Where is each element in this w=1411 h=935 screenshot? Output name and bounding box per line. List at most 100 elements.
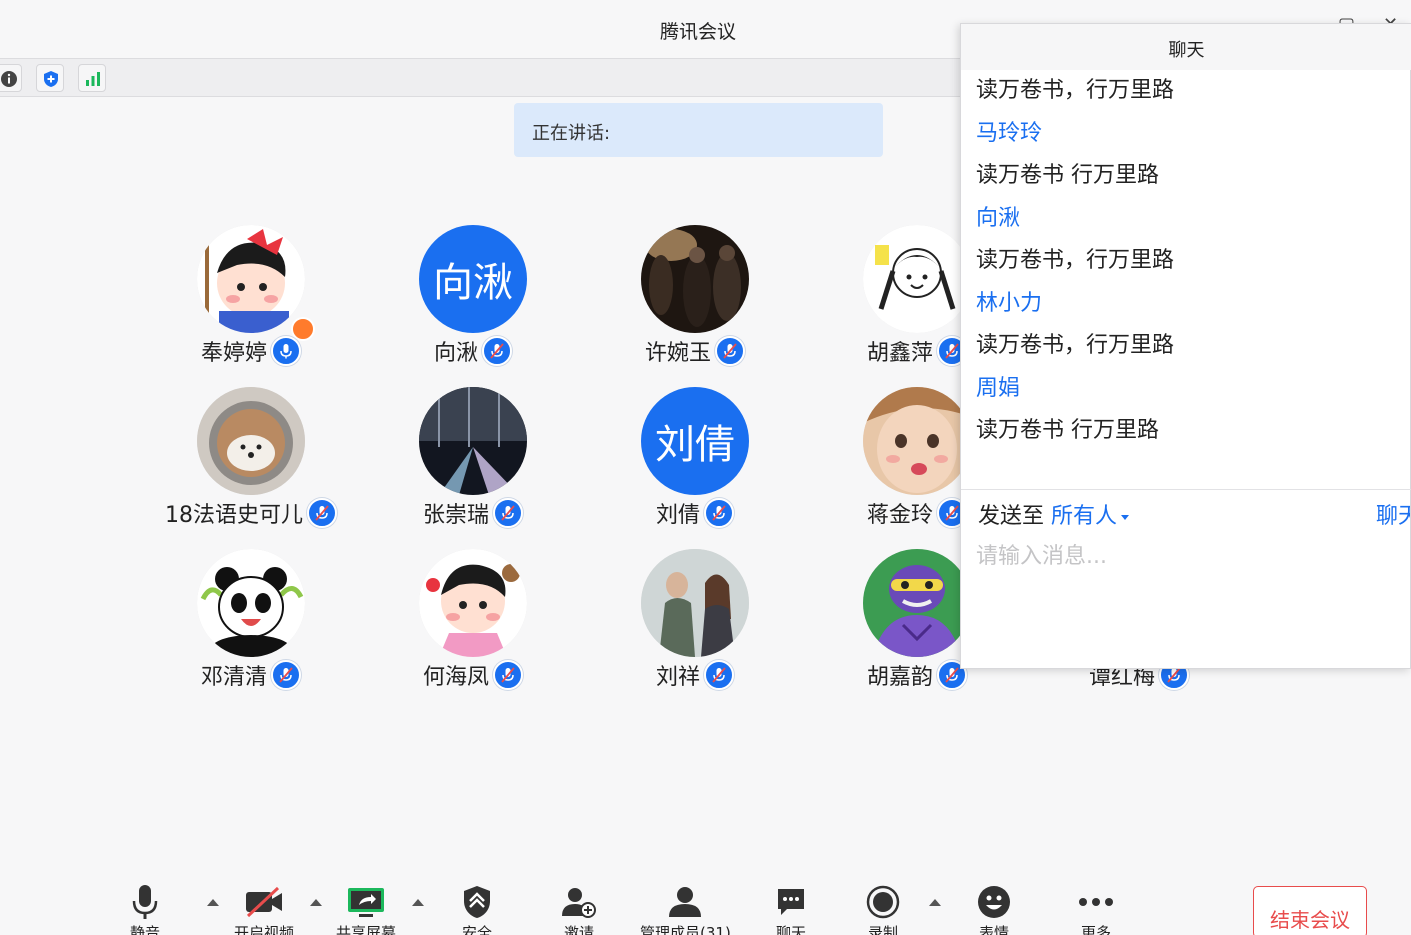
chat-message-list: 读万卷书，行万里路 马玲玲 读万卷书 行万里路 向湫 读万卷书，行万里路 林小力… bbox=[976, 72, 1396, 455]
more-dots-icon bbox=[1079, 898, 1113, 906]
share-screen-label: 共享屏幕 bbox=[335, 924, 396, 935]
participant-name: 邓清清 bbox=[200, 665, 267, 690]
cartoon-girl-red-bow-image bbox=[197, 225, 305, 333]
shield-plus-icon bbox=[44, 71, 58, 87]
network-status-button[interactable] bbox=[78, 64, 106, 92]
mic-muted-icon[interactable] bbox=[271, 660, 301, 690]
more-label: 更多 bbox=[1080, 924, 1111, 935]
mic-muted-icon[interactable] bbox=[307, 498, 337, 528]
participant-tile[interactable]: 刘倩 刘倩 bbox=[595, 387, 795, 532]
participant-tile[interactable]: 何海凤 bbox=[373, 549, 573, 694]
record-button[interactable]: 录制 bbox=[838, 884, 928, 935]
invite-button[interactable]: 邀请 bbox=[534, 884, 624, 935]
participant-name: 胡嘉韵 bbox=[866, 665, 933, 690]
speaking-label: 正在讲话: bbox=[532, 123, 611, 144]
participant-name: 胡鑫萍 bbox=[866, 341, 933, 366]
avatar bbox=[863, 387, 971, 495]
reaction-button[interactable]: 表情 bbox=[949, 884, 1039, 935]
bottom-toolbar: 静音 开启视频 共享屏幕 安全 邀请 管理成员(31) 聊天 录制 表情 更多 … bbox=[0, 870, 1411, 935]
manage-members-label: 管理成员(31) bbox=[640, 924, 731, 935]
avatar bbox=[863, 225, 971, 333]
chat-header: 聊天 bbox=[961, 24, 1411, 70]
chat-message-sender[interactable]: 马玲玲 bbox=[976, 115, 1396, 157]
send-to-row: 发送至 所有人 bbox=[978, 498, 1130, 530]
mute-options-arrow-icon[interactable] bbox=[207, 899, 219, 906]
chat-message-text: 读万卷书，行万里路 bbox=[976, 78, 1175, 103]
chat-message-sender[interactable]: 向湫 bbox=[976, 200, 1396, 242]
participant-name: 18法语史可儿 bbox=[165, 503, 303, 528]
mic-muted-icon[interactable] bbox=[715, 336, 745, 366]
participant-tile[interactable]: 18法语史可儿 bbox=[151, 387, 351, 532]
participant-name-row: 奉婷婷 bbox=[151, 335, 351, 367]
participant-name: 刘祥 bbox=[655, 665, 700, 690]
dog-in-washing-machine-photo bbox=[197, 387, 305, 495]
mic-muted-icon[interactable] bbox=[493, 498, 523, 528]
participant-name: 奉婷婷 bbox=[200, 341, 267, 366]
light-show-photo bbox=[419, 387, 527, 495]
chat-message-text: 读万卷书 行万里路 bbox=[976, 418, 1159, 443]
participant-tile[interactable]: 邓清清 bbox=[151, 549, 351, 694]
avatar bbox=[641, 549, 749, 657]
participant-name-row: 许婉玉 bbox=[595, 335, 795, 367]
participant-tile[interactable]: 许婉玉 bbox=[595, 225, 795, 370]
security-status-button[interactable] bbox=[36, 64, 64, 92]
participant-tile[interactable]: 张崇瑞 bbox=[373, 387, 573, 532]
more-button[interactable]: 更多 bbox=[1051, 884, 1141, 935]
chat-message-text: 读万卷书，行万里路 bbox=[976, 333, 1175, 358]
record-options-arrow-icon[interactable] bbox=[929, 899, 941, 906]
send-target-dropdown[interactable]: 所有人 bbox=[1051, 504, 1130, 529]
send-to-label: 发送至 bbox=[978, 504, 1045, 529]
mic-on-icon[interactable] bbox=[271, 336, 301, 366]
manage-members-button[interactable]: 管理成员(31) bbox=[640, 884, 731, 935]
chat-tab-right[interactable]: 聊天 bbox=[1376, 498, 1410, 530]
invite-label: 邀请 bbox=[563, 924, 594, 935]
chat-message-input[interactable] bbox=[976, 538, 1396, 648]
security-button[interactable]: 安全 bbox=[432, 884, 522, 935]
meeting-info-button[interactable] bbox=[0, 64, 22, 92]
participant-tile[interactable]: 向湫 向湫 bbox=[373, 225, 573, 370]
avatar bbox=[197, 225, 305, 333]
mute-button[interactable]: 静音 bbox=[100, 884, 190, 935]
participant-name-row: 张崇瑞 bbox=[373, 497, 573, 529]
mic-muted-icon[interactable] bbox=[704, 660, 734, 690]
avatar-text: 向湫 bbox=[419, 225, 527, 333]
start-video-label: 开启视频 bbox=[233, 924, 294, 935]
panda-cartoon-image bbox=[197, 549, 305, 657]
shield-icon bbox=[464, 886, 490, 918]
avatar-text: 刘倩 bbox=[641, 387, 749, 495]
participant-tile[interactable]: 奉婷婷 bbox=[151, 225, 351, 370]
participant-name-row: 邓清清 bbox=[151, 659, 351, 691]
share-screen-button[interactable]: 共享屏幕 bbox=[321, 884, 411, 935]
participant-name-row: 刘倩 bbox=[595, 497, 795, 529]
mic-muted-icon[interactable] bbox=[493, 660, 523, 690]
chat-button[interactable]: 聊天 bbox=[746, 884, 836, 935]
participant-name-row: 何海凤 bbox=[373, 659, 573, 691]
reaction-label: 表情 bbox=[978, 924, 1009, 935]
chat-panel: 聊天 读万卷书，行万里路 马玲玲 读万卷书 行万里路 向湫 读万卷书，行万里路 … bbox=[960, 23, 1411, 669]
share-options-arrow-icon[interactable] bbox=[412, 899, 424, 906]
couple-photo bbox=[641, 549, 749, 657]
avatar bbox=[419, 387, 527, 495]
chat-message-sender[interactable]: 周娟 bbox=[976, 370, 1396, 412]
mic-muted-icon[interactable] bbox=[704, 498, 734, 528]
emoji-icon bbox=[978, 886, 1010, 918]
end-meeting-button[interactable]: 结束会议 bbox=[1253, 886, 1367, 935]
chat-message-sender[interactable]: 林小力 bbox=[976, 285, 1396, 327]
start-video-button[interactable]: 开启视频 bbox=[219, 884, 309, 935]
anime-character-image bbox=[863, 549, 971, 657]
participant-name: 何海凤 bbox=[422, 665, 489, 690]
members-icon bbox=[669, 887, 701, 917]
participant-name: 蒋金玲 bbox=[866, 503, 933, 528]
night-crowd-photo bbox=[641, 225, 749, 333]
chat-message-text: 读万卷书，行万里路 bbox=[976, 248, 1175, 273]
participant-name-row: 向湫 bbox=[373, 335, 573, 367]
caret-down-icon bbox=[1121, 514, 1130, 520]
chat-label: 聊天 bbox=[775, 924, 806, 935]
send-target-value: 所有人 bbox=[1051, 504, 1118, 529]
mic-muted-icon[interactable] bbox=[482, 336, 512, 366]
chat-divider bbox=[961, 489, 1411, 490]
cartoon-girl-braids-image bbox=[863, 225, 971, 333]
video-off-icon bbox=[246, 886, 282, 918]
participant-tile[interactable]: 刘祥 bbox=[595, 549, 795, 694]
participant-name: 许婉玉 bbox=[644, 341, 711, 366]
